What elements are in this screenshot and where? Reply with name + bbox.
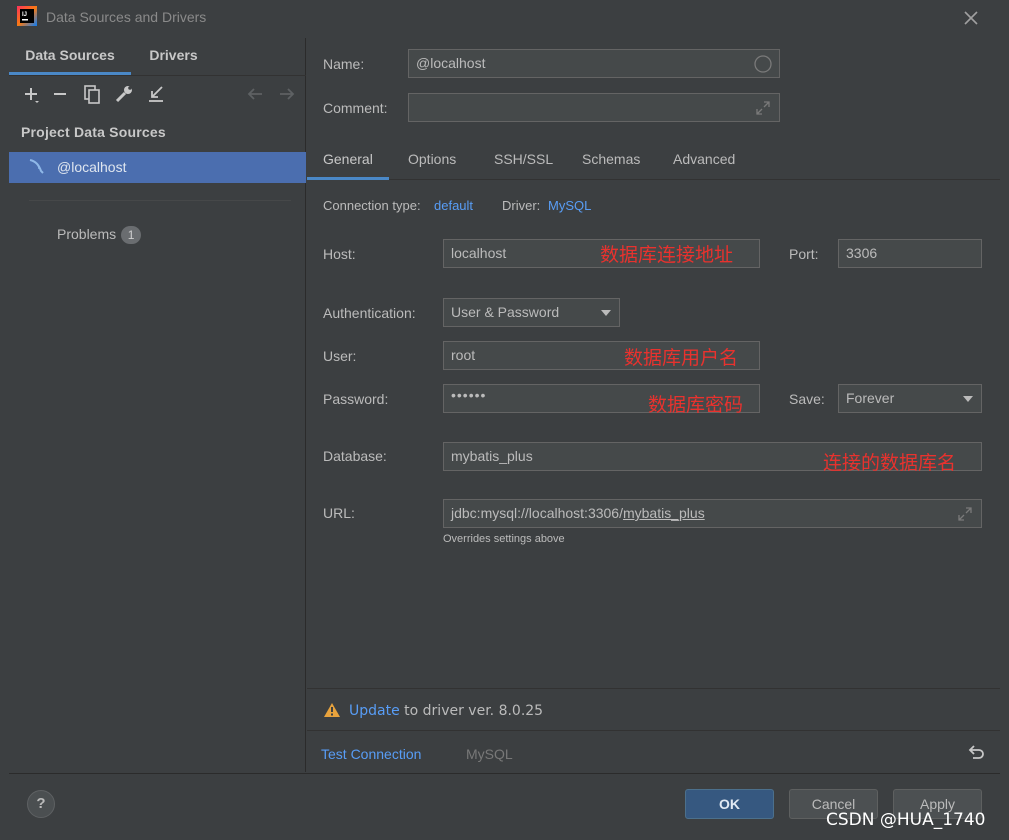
tab-general[interactable]: General bbox=[307, 143, 389, 180]
tab-schemas[interactable]: Schemas bbox=[566, 143, 656, 180]
ok-button[interactable]: OK bbox=[685, 789, 774, 819]
save-value: Forever bbox=[846, 390, 895, 406]
update-message: Update to driver ver. 8.0.25 bbox=[349, 703, 543, 719]
expand-icon[interactable] bbox=[753, 98, 773, 118]
problems-label: Problems bbox=[57, 226, 117, 242]
main-panel: Name: @localhost Comment: General Option… bbox=[307, 38, 1000, 772]
sidebar-toolbar bbox=[9, 75, 306, 113]
intellij-app-icon: IJ bbox=[17, 6, 37, 26]
copy-icon[interactable] bbox=[80, 82, 104, 106]
database-value: mybatis_plus bbox=[451, 448, 533, 464]
mysql-dolphin-icon bbox=[29, 159, 44, 174]
driver-update-bar: Update to driver ver. 8.0.25 bbox=[307, 688, 1000, 730]
watermark: CSDN @HUA_1740 bbox=[826, 810, 986, 830]
update-text: to driver ver. 8.0.25 bbox=[399, 703, 544, 719]
comment-label: Comment: bbox=[323, 100, 388, 116]
user-label: User: bbox=[323, 348, 357, 364]
name-value: @localhost bbox=[416, 55, 486, 71]
auth-label: Authentication: bbox=[323, 305, 416, 321]
driver-label: Driver: bbox=[502, 198, 541, 213]
warning-icon bbox=[324, 703, 340, 717]
save-label: Save: bbox=[789, 391, 825, 407]
add-icon[interactable] bbox=[19, 82, 43, 106]
password-annotation: 数据库密码 bbox=[648, 394, 744, 416]
title-bar: IJ Data Sources and Drivers bbox=[0, 0, 1009, 36]
comment-field[interactable] bbox=[408, 93, 780, 122]
port-input[interactable]: 3306 bbox=[838, 239, 982, 268]
problems-item[interactable]: Problems 1 bbox=[57, 226, 142, 244]
auth-dropdown[interactable]: User & Password bbox=[443, 298, 620, 327]
svg-text:IJ: IJ bbox=[22, 12, 27, 18]
tab-advanced[interactable]: Advanced bbox=[657, 143, 751, 180]
expand-icon[interactable] bbox=[955, 504, 975, 524]
name-label: Name: bbox=[323, 56, 365, 72]
sidebar: Data Sources Drivers Project Data Source… bbox=[9, 38, 306, 772]
data-source-label: @localhost bbox=[57, 159, 127, 175]
help-button[interactable]: ? bbox=[27, 790, 55, 818]
close-icon[interactable] bbox=[960, 7, 982, 29]
forward-arrow-icon[interactable] bbox=[275, 82, 299, 106]
remove-icon[interactable] bbox=[48, 82, 72, 106]
tab-drivers[interactable]: Drivers bbox=[131, 38, 216, 75]
color-circle-icon[interactable] bbox=[753, 54, 773, 74]
wrench-icon[interactable] bbox=[112, 82, 136, 106]
url-label: URL: bbox=[323, 505, 355, 521]
dialog-window: IJ Data Sources and Drivers Data Sources… bbox=[0, 0, 1009, 840]
update-link[interactable]: Update bbox=[349, 703, 400, 719]
window-title: Data Sources and Drivers bbox=[46, 9, 207, 25]
url-input[interactable]: jdbc:mysql://localhost:3306/mybatis_plus bbox=[443, 499, 982, 528]
password-value: •••••• bbox=[451, 387, 487, 403]
auth-value: User & Password bbox=[451, 304, 560, 320]
chevron-down-icon bbox=[601, 310, 611, 316]
port-label: Port: bbox=[789, 246, 819, 262]
host-annotation: 数据库连接地址 bbox=[600, 244, 734, 266]
name-field[interactable]: @localhost bbox=[408, 49, 780, 78]
revert-icon[interactable] bbox=[967, 743, 985, 761]
user-annotation: 数据库用户名 bbox=[624, 347, 739, 369]
test-driver-label: MySQL bbox=[466, 746, 513, 762]
save-dropdown[interactable]: Forever bbox=[838, 384, 982, 413]
settings-tabs: General Options SSH/SSL Schemas Advanced bbox=[307, 143, 1000, 180]
database-annotation: 连接的数据库名 bbox=[823, 452, 957, 474]
password-label: Password: bbox=[323, 391, 389, 407]
connection-type-label: Connection type: bbox=[323, 198, 421, 213]
url-database: mybatis_plus bbox=[622, 505, 705, 521]
test-connection-link[interactable]: Test Connection bbox=[321, 746, 421, 762]
database-label: Database: bbox=[323, 448, 387, 464]
test-connection-bar: Test Connection MySQL bbox=[307, 730, 1000, 772]
user-value: root bbox=[451, 347, 476, 363]
data-source-item-localhost[interactable]: @localhost bbox=[9, 152, 306, 183]
port-value: 3306 bbox=[846, 245, 878, 261]
tab-options[interactable]: Options bbox=[392, 143, 472, 180]
import-icon[interactable] bbox=[144, 82, 168, 106]
divider bbox=[29, 200, 291, 201]
driver-link[interactable]: MySQL bbox=[548, 198, 591, 213]
connection-type-link[interactable]: default bbox=[434, 198, 473, 213]
chevron-down-icon bbox=[963, 396, 973, 402]
tab-data-sources[interactable]: Data Sources bbox=[9, 38, 131, 75]
host-label: Host: bbox=[323, 246, 356, 262]
url-hint: Overrides settings above bbox=[443, 533, 565, 545]
tab-ssh-ssl[interactable]: SSH/SSL bbox=[478, 143, 569, 180]
problems-count-badge: 1 bbox=[121, 226, 142, 244]
url-prefix: jdbc:mysql://localhost:3306/ bbox=[451, 505, 623, 521]
project-data-sources-header: Project Data Sources bbox=[21, 124, 166, 140]
sidebar-tabs: Data Sources Drivers bbox=[9, 38, 306, 75]
back-arrow-icon[interactable] bbox=[243, 82, 267, 106]
host-value: localhost bbox=[451, 245, 507, 261]
